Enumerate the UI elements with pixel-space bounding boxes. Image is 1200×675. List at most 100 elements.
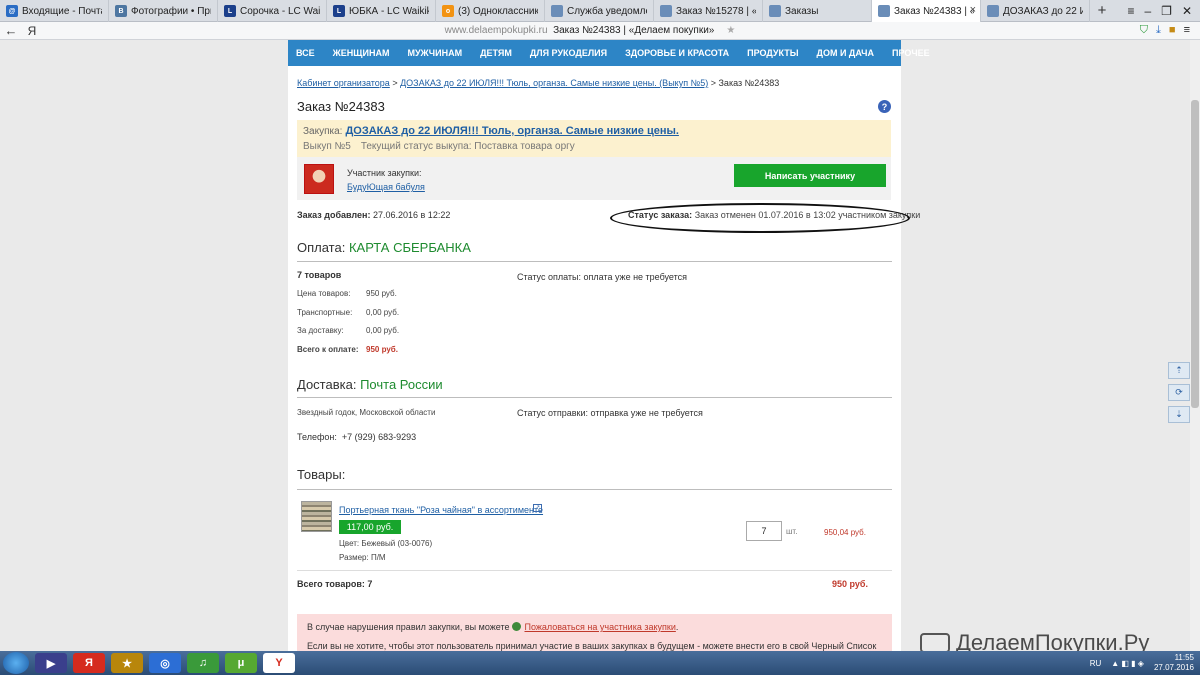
external-link-icon[interactable]: ↗ bbox=[533, 504, 542, 512]
page-side-tools: ⇡ ⟳ ⇣ bbox=[1168, 362, 1190, 428]
nav-item-kids[interactable]: ДЕТЯМ bbox=[480, 48, 520, 58]
total-payment-value: 950 руб. bbox=[366, 345, 398, 354]
breadcrumb-organizer[interactable]: Кабинет организатора bbox=[297, 78, 390, 88]
scrollbar[interactable] bbox=[1190, 40, 1200, 651]
order-added-value: 27.06.2016 в 12:22 bbox=[372, 210, 451, 220]
refresh-icon[interactable]: ⟳ bbox=[1168, 384, 1190, 401]
transport-value: 0,00 руб. bbox=[366, 308, 400, 317]
payment-method: КАРТА СБЕРБАНКА bbox=[348, 240, 471, 255]
yandex-browser-icon[interactable]: Y bbox=[263, 653, 295, 673]
nav-item-women[interactable]: ЖЕНЩИНАМ bbox=[333, 48, 398, 58]
scroll-down-icon[interactable]: ⇣ bbox=[1168, 406, 1190, 423]
phone-label: Телефон: bbox=[297, 432, 337, 442]
close-window-icon[interactable]: ✕ bbox=[1182, 4, 1192, 18]
url-field[interactable]: www.delaempokupki.ru Заказ №24383 | «Дел… bbox=[160, 25, 1020, 36]
menu-icon[interactable]: ≡ bbox=[1184, 24, 1190, 37]
phone-value: +7 (929) 683-9293 bbox=[341, 432, 417, 442]
write-member-button[interactable]: Написать участнику bbox=[734, 164, 886, 187]
breadcrumb-purchase[interactable]: ДОЗАКАЗ до 22 ИЮЛЯ!!! Тюль, органза. Сам… bbox=[400, 78, 708, 88]
download-icon[interactable]: ⤓ bbox=[1156, 24, 1161, 37]
purchase-link[interactable]: ДОЗАКАЗ до 22 ИЮЛЯ!!! Тюль, органза. Сам… bbox=[345, 125, 678, 137]
delivery-city: Звездный годок, Московской области bbox=[297, 408, 436, 417]
mail-icon: @ bbox=[6, 5, 18, 17]
delivery-fee-value: 0,00 руб. bbox=[366, 326, 400, 335]
product-thumbnail[interactable] bbox=[301, 501, 332, 532]
violation-notice: В случае нарушения правил закупки, вы мо… bbox=[297, 614, 892, 651]
back-arrow-icon[interactable]: ← bbox=[0, 23, 22, 38]
scroll-up-icon[interactable]: ⇡ bbox=[1168, 362, 1190, 379]
nav-item-other[interactable]: ПРОЧЕЕ bbox=[892, 48, 938, 58]
phone: Телефон: +7 (929) 683-9293 bbox=[297, 432, 416, 442]
nav-item-all[interactable]: ВСЕ bbox=[296, 48, 323, 58]
star-icon[interactable]: ★ bbox=[726, 25, 735, 36]
browser-tab[interactable]: Служба уведомлений bbox=[545, 0, 654, 22]
extension-icon[interactable]: ■ bbox=[1169, 24, 1176, 37]
notice-period: . bbox=[675, 622, 679, 632]
clock[interactable]: 11:55 27.07.2016 bbox=[1154, 653, 1194, 673]
browser-tab[interactable]: Заказы bbox=[763, 0, 872, 22]
browser-tab[interactable]: BФотографии • Пристр bbox=[109, 0, 218, 22]
tray-icons[interactable]: ▲ ◧ ▮ ◈ bbox=[1111, 659, 1144, 668]
lcw-icon: L bbox=[224, 5, 236, 17]
language-indicator[interactable]: RU bbox=[1090, 659, 1102, 668]
total-payment-label: Всего к оплате: bbox=[297, 345, 359, 354]
close-tab-icon[interactable]: × bbox=[970, 4, 976, 16]
url-domain: www.delaempokupki.ru bbox=[444, 25, 548, 36]
page-title: Заказ №24383 bbox=[297, 99, 385, 114]
yandex-icon[interactable]: Я bbox=[73, 653, 105, 673]
product-link[interactable]: Портьерная ткань "Роза чайная" в ассорти… bbox=[339, 505, 543, 515]
address-bar: ← Я www.delaempokupki.ru Заказ №24383 | … bbox=[0, 22, 1200, 40]
shield-icon[interactable]: ⛉ bbox=[1140, 24, 1148, 37]
member-name-link[interactable]: БудуЮщая бабуля bbox=[347, 182, 425, 192]
browser-tab[interactable]: ДОЗАКАЗ до 22 ИЮЛЯ bbox=[981, 0, 1090, 22]
buyout-status: Текущий статус выкупа: Поставка товара о… bbox=[360, 141, 575, 152]
taskbar: ▶ Я ★ ◎ ♫ μ Y RU ▲ ◧ ▮ ◈ 11:55 27.07.2016 bbox=[0, 651, 1200, 675]
minimize-icon[interactable]: – bbox=[1144, 4, 1151, 18]
help-icon[interactable]: ? bbox=[878, 100, 891, 113]
avatar[interactable] bbox=[304, 164, 334, 194]
divider bbox=[297, 261, 892, 262]
new-tab-button[interactable]: + bbox=[1090, 0, 1114, 21]
nav-item-home[interactable]: ДОМ И ДАЧА bbox=[817, 48, 882, 58]
clock-date: 27.07.2016 bbox=[1153, 663, 1194, 672]
start-button[interactable] bbox=[3, 652, 29, 674]
quantity-field[interactable]: 7 bbox=[746, 521, 782, 541]
page-icon bbox=[551, 5, 563, 17]
url-page-title: Заказ №24383 | «Делаем покупки» bbox=[553, 25, 715, 36]
price-value: 950 руб. bbox=[366, 289, 397, 298]
browser-tab[interactable]: @Входящие - Почта Mail bbox=[0, 0, 109, 22]
nav-item-food[interactable]: ПРОДУКТЫ bbox=[747, 48, 806, 58]
complaint-link[interactable]: Пожаловаться на участника закупки bbox=[524, 622, 675, 632]
scrollbar-thumb[interactable] bbox=[1191, 100, 1199, 408]
buyout-number: Выкуп №5 bbox=[303, 141, 351, 152]
yandex-icon[interactable]: Я bbox=[22, 24, 42, 38]
game-icon[interactable]: ★ bbox=[111, 653, 143, 673]
opera-icon[interactable]: ◎ bbox=[149, 653, 181, 673]
utorrent-icon[interactable]: μ bbox=[225, 653, 257, 673]
divider bbox=[297, 397, 892, 398]
nav-item-men[interactable]: МУЖЧИНАМ bbox=[407, 48, 470, 58]
divider bbox=[297, 570, 892, 571]
blacklist-text: Если вы не хотите, чтобы этот пользовате… bbox=[307, 641, 877, 651]
breadcrumb-current: Заказ №24383 bbox=[718, 78, 780, 88]
nav-item-health[interactable]: ЗДОРОВЬЕ И КРАСОТА bbox=[625, 48, 737, 58]
menu-icon[interactable]: ≡ bbox=[1127, 4, 1134, 18]
media-player-icon[interactable]: ▶ bbox=[35, 653, 67, 673]
purchase-info-box: Закупка: ДОЗАКАЗ до 22 ИЮЛЯ!!! Тюль, орга… bbox=[297, 120, 891, 157]
highlight-ellipse bbox=[610, 203, 910, 233]
member-box: Участник закупки: БудуЮщая бабуля Написа… bbox=[297, 157, 891, 200]
browser-tab[interactable]: L ЮБКА - LC Waikiki bbox=[327, 0, 436, 22]
nav-item-handicraft[interactable]: ДЛЯ РУКОДЕЛИЯ bbox=[530, 48, 615, 58]
clock-time: 11:55 bbox=[1174, 653, 1194, 662]
goods-total-value: 950 руб. bbox=[832, 579, 868, 589]
transport-label: Транспортные: bbox=[297, 308, 353, 317]
payment-items-count: 7 товаров bbox=[297, 270, 342, 280]
browser-tab-active[interactable]: Заказ №24383 | «Де× bbox=[872, 0, 981, 22]
browser-tab[interactable]: LСорочка - LC Waikiki bbox=[218, 0, 327, 22]
browser-tab[interactable]: Заказ №15278 | «Делае bbox=[654, 0, 763, 22]
browser-tab[interactable]: o (3) Одноклассники bbox=[436, 0, 545, 22]
lcw-icon: L bbox=[333, 5, 345, 17]
restore-icon[interactable]: ❐ bbox=[1161, 4, 1172, 18]
music-icon[interactable]: ♫ bbox=[187, 653, 219, 673]
browser-tab-bar: @Входящие - Почта Mail BФотографии • При… bbox=[0, 0, 1200, 22]
